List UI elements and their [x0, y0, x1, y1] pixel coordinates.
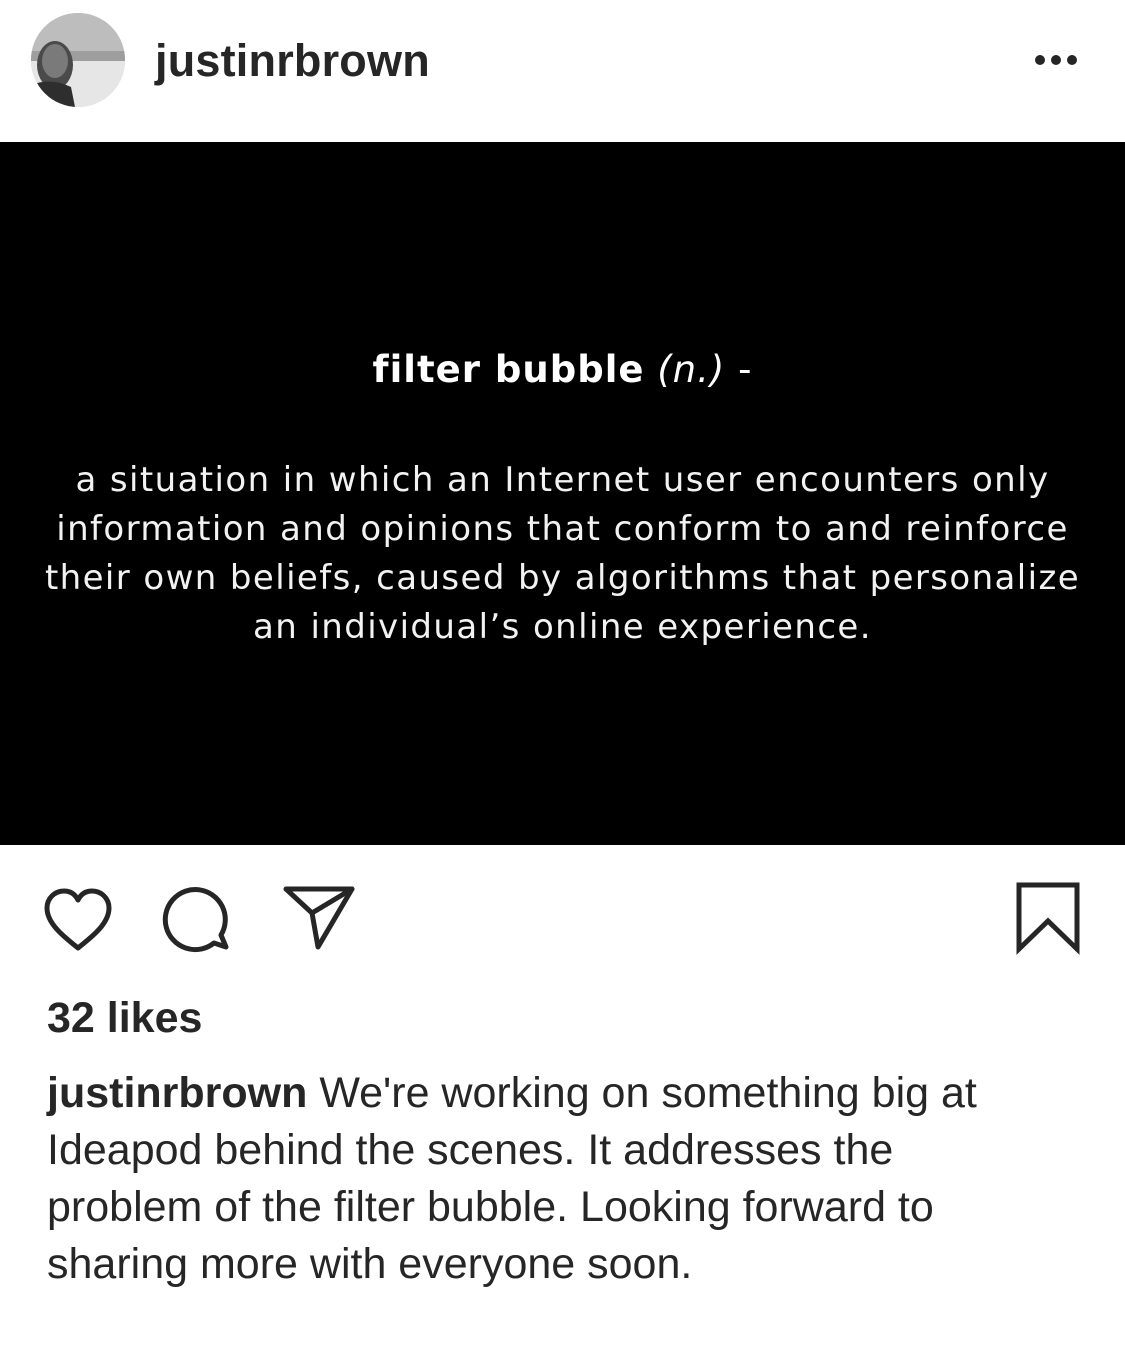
definition-heading: filter bubble (n.) - [0, 346, 1125, 394]
profile-photo-icon [31, 13, 125, 107]
comment-icon[interactable] [160, 883, 236, 955]
definition-dash: - [738, 348, 753, 391]
caption-username[interactable]: justinrbrown [47, 1069, 307, 1117]
post-image[interactable]: filter bubble (n.) - a situation in whic… [0, 142, 1125, 845]
send-icon[interactable] [282, 883, 358, 953]
more-options-icon[interactable] [1028, 38, 1088, 78]
definition-term: filter bubble [372, 348, 645, 391]
post-caption: justinrbrown We're working on something … [47, 1065, 1057, 1293]
action-bar [0, 845, 1125, 985]
like-count[interactable]: 32 likes [47, 990, 202, 1046]
avatar[interactable] [31, 13, 125, 107]
heart-icon[interactable] [40, 885, 116, 955]
post-header: justinrbrown [0, 0, 1125, 142]
post-username[interactable]: justinrbrown [155, 34, 430, 88]
bookmark-icon[interactable] [1014, 881, 1082, 955]
part-of-speech: (n.) [657, 348, 726, 391]
definition-text: a situation in which an Internet user en… [44, 460, 1081, 647]
